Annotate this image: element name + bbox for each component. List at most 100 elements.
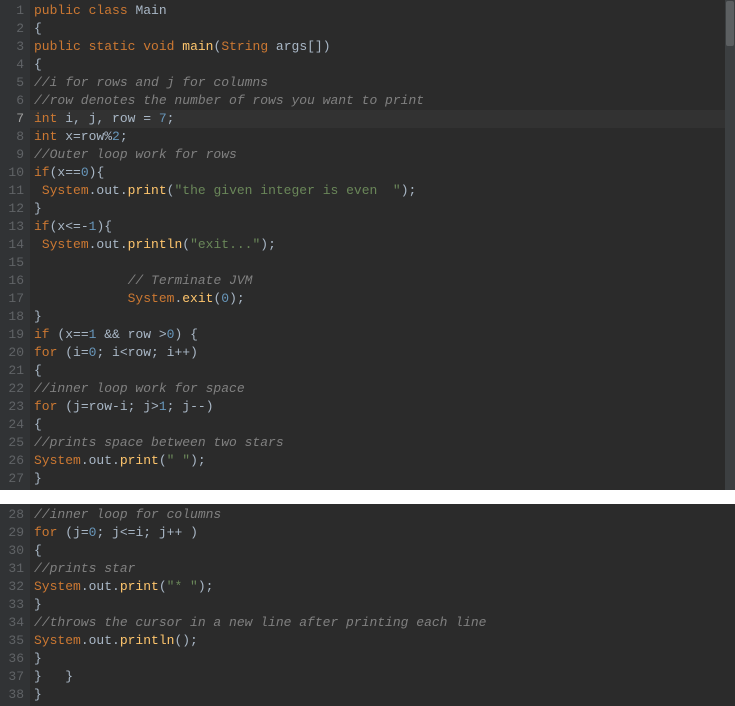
line-number: 32 bbox=[4, 578, 24, 596]
token-punct: ); bbox=[198, 579, 214, 594]
token-kw: int bbox=[34, 129, 57, 144]
code-line[interactable]: } bbox=[30, 200, 735, 218]
code-line[interactable]: } bbox=[30, 650, 735, 668]
token-method: exit bbox=[182, 291, 213, 306]
code-line[interactable]: for (j=0; j<=i; j++ ) bbox=[30, 524, 735, 542]
token-method: print bbox=[128, 183, 167, 198]
line-number: 25 bbox=[4, 434, 24, 452]
code-line[interactable]: for (i=0; i<row; i++) bbox=[30, 344, 735, 362]
token-string: "the given integer is even " bbox=[174, 183, 400, 198]
line-number: 38 bbox=[4, 686, 24, 704]
token-op: - bbox=[81, 219, 89, 234]
token-punct: ); bbox=[229, 291, 245, 306]
scrollbar-thumb[interactable] bbox=[726, 1, 734, 46]
code-line[interactable]: { bbox=[30, 542, 735, 560]
code-line[interactable]: } bbox=[30, 308, 735, 326]
code-line[interactable]: { bbox=[30, 362, 735, 380]
token-op: % bbox=[104, 129, 112, 144]
token-punct: ); bbox=[401, 183, 417, 198]
token-comment: //row denotes the number of rows you wan… bbox=[34, 93, 424, 108]
code-line[interactable]: int x=row%2; bbox=[30, 128, 735, 146]
token-string: "* " bbox=[167, 579, 198, 594]
token-num: 1 bbox=[159, 399, 167, 414]
line-number: 27 bbox=[4, 470, 24, 488]
code-line[interactable]: public static void main(String args[]) bbox=[30, 38, 735, 56]
token-punct: ) bbox=[206, 399, 214, 414]
token-punct: ; bbox=[120, 129, 128, 144]
code-line[interactable]: public class Main bbox=[30, 2, 735, 20]
token-op: i= bbox=[73, 345, 89, 360]
code-line[interactable]: { bbox=[30, 20, 735, 38]
code-line[interactable]: } } bbox=[30, 668, 735, 686]
token-op: ; j<=i; j++ bbox=[96, 525, 190, 540]
code-line[interactable]: //inner loop work for space bbox=[30, 380, 735, 398]
code-line[interactable]: //prints star bbox=[30, 560, 735, 578]
token-kw: class bbox=[89, 3, 128, 18]
code-editor-pane-top[interactable]: 1234567891011121314151617181920212223242… bbox=[0, 0, 735, 490]
code-line[interactable]: //i for rows and j for columns bbox=[30, 74, 735, 92]
code-line[interactable]: System.out.print("* "); bbox=[30, 578, 735, 596]
code-line[interactable]: //prints space between two stars bbox=[30, 434, 735, 452]
vertical-scrollbar[interactable] bbox=[725, 0, 735, 490]
code-line[interactable]: System.out.println("exit..."); bbox=[30, 236, 735, 254]
token-punct: { bbox=[34, 363, 42, 378]
token-punct: ( bbox=[182, 237, 190, 252]
code-line[interactable]: { bbox=[30, 56, 735, 74]
code-area[interactable]: //inner loop for columnsfor (j=0; j<=i; … bbox=[30, 504, 735, 706]
token-kw: for bbox=[34, 525, 57, 540]
token-kw: if bbox=[34, 327, 50, 342]
code-line[interactable]: //row denotes the number of rows you wan… bbox=[30, 92, 735, 110]
code-line[interactable]: } bbox=[30, 470, 735, 488]
line-number: 12 bbox=[4, 200, 24, 218]
line-number: 7 bbox=[4, 110, 24, 128]
code-area[interactable]: public class Main{public static void mai… bbox=[30, 0, 735, 490]
code-editor-pane-bottom[interactable]: 2829303132333435363738 //inner loop for … bbox=[0, 504, 735, 706]
code-line[interactable]: //throws the cursor in a new line after … bbox=[30, 614, 735, 632]
line-number: 4 bbox=[4, 56, 24, 74]
code-line[interactable]: //Outer loop work for rows bbox=[30, 146, 735, 164]
token-sys: System bbox=[128, 291, 175, 306]
token-op: .out. bbox=[81, 579, 120, 594]
code-line[interactable]: System.exit(0); bbox=[30, 290, 735, 308]
line-number: 30 bbox=[4, 542, 24, 560]
code-line[interactable]: System.out.println(); bbox=[30, 632, 735, 650]
token-comment: //prints space between two stars bbox=[34, 435, 284, 450]
code-line[interactable]: { bbox=[30, 416, 735, 434]
token-op bbox=[34, 183, 42, 198]
code-line[interactable]: if (x==1 && row >0) { bbox=[30, 326, 735, 344]
token-op: .out. bbox=[89, 183, 128, 198]
line-number: 34 bbox=[4, 614, 24, 632]
line-number: 29 bbox=[4, 524, 24, 542]
code-line[interactable]: } bbox=[30, 686, 735, 704]
token-op bbox=[34, 255, 42, 270]
token-op bbox=[81, 39, 89, 54]
token-punct: ){ bbox=[96, 219, 112, 234]
token-op: args[] bbox=[268, 39, 323, 54]
code-line[interactable]: if(x==0){ bbox=[30, 164, 735, 182]
code-line[interactable]: int i, j, row = 7; bbox=[30, 110, 735, 128]
code-line[interactable] bbox=[30, 254, 735, 272]
code-line[interactable]: System.out.print(" "); bbox=[30, 452, 735, 470]
token-punct: } bbox=[34, 309, 42, 324]
line-number: 33 bbox=[4, 596, 24, 614]
code-line[interactable]: //inner loop for columns bbox=[30, 506, 735, 524]
token-comment: //i for rows and j for columns bbox=[34, 75, 268, 90]
token-op: x== bbox=[65, 327, 88, 342]
code-line[interactable]: for (j=row-i; j>1; j--) bbox=[30, 398, 735, 416]
line-number: 2 bbox=[4, 20, 24, 38]
token-method: print bbox=[120, 579, 159, 594]
token-punct: ){ bbox=[89, 165, 105, 180]
token-sys: System bbox=[34, 453, 81, 468]
token-punct: ); bbox=[190, 453, 206, 468]
line-number: 5 bbox=[4, 74, 24, 92]
line-number: 13 bbox=[4, 218, 24, 236]
code-line[interactable]: if(x<=-1){ bbox=[30, 218, 735, 236]
line-gutter: 1234567891011121314151617181920212223242… bbox=[0, 0, 30, 490]
code-line[interactable]: System.out.print("the given integer is e… bbox=[30, 182, 735, 200]
code-line[interactable]: } bbox=[30, 596, 735, 614]
token-punct: } bbox=[34, 687, 42, 702]
line-number: 11 bbox=[4, 182, 24, 200]
token-op: .out. bbox=[81, 453, 120, 468]
token-kw: public bbox=[34, 39, 81, 54]
code-line[interactable]: // Terminate JVM bbox=[30, 272, 735, 290]
